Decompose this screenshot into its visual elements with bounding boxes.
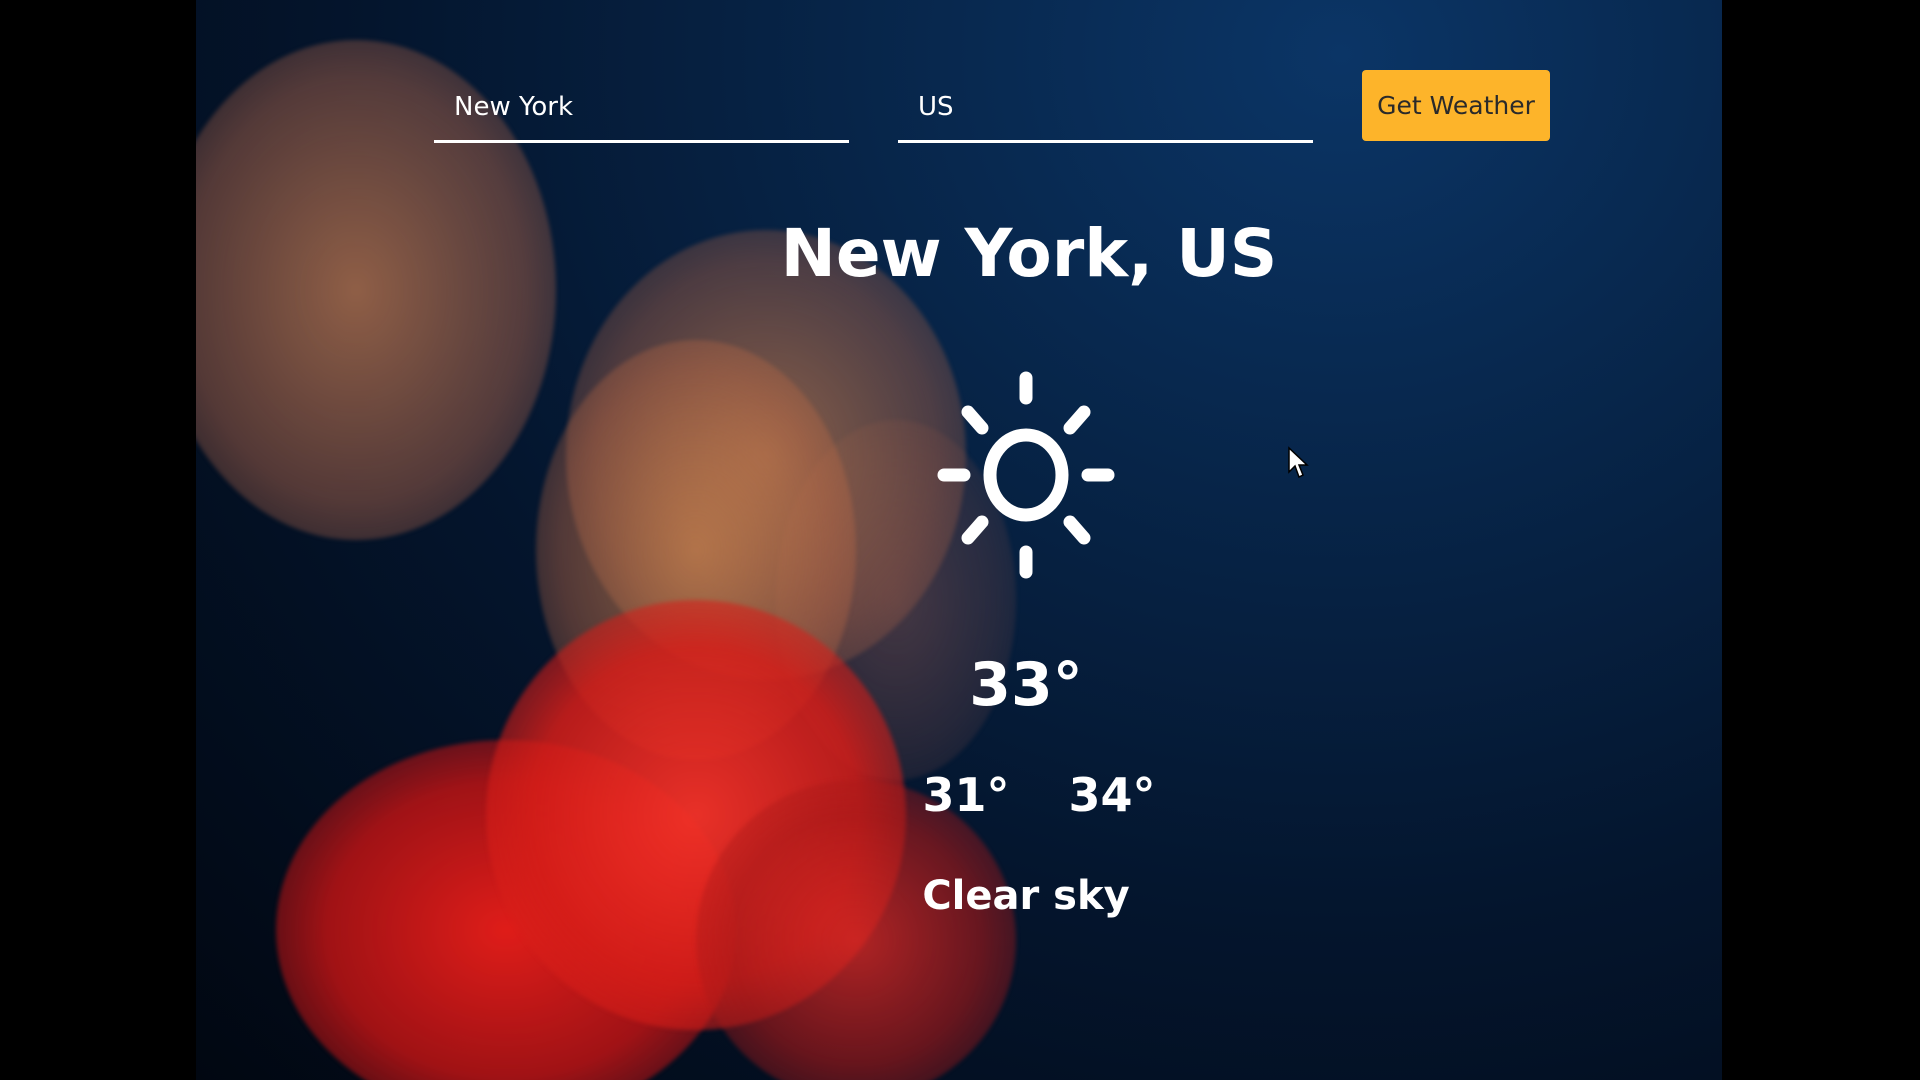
mouse-cursor-icon	[1288, 446, 1309, 479]
current-temperature: 33°	[969, 650, 1083, 720]
min-temperature: 31°	[922, 768, 1010, 822]
country-input[interactable]	[898, 80, 1313, 134]
city-input[interactable]	[434, 80, 849, 134]
max-temperature: 34°	[1068, 768, 1156, 822]
city-field[interactable]	[434, 80, 849, 143]
get-weather-button[interactable]: Get Weather	[1362, 70, 1550, 141]
sun-icon	[937, 371, 1115, 579]
country-field[interactable]	[898, 80, 1313, 143]
bokeh-light	[696, 780, 1016, 1080]
weather-app-viewport: Get Weather New York, US 33° 31° 34° Cle…	[196, 0, 1722, 1080]
weather-description: Clear sky	[922, 873, 1130, 919]
location-title: New York, US	[780, 215, 1278, 292]
